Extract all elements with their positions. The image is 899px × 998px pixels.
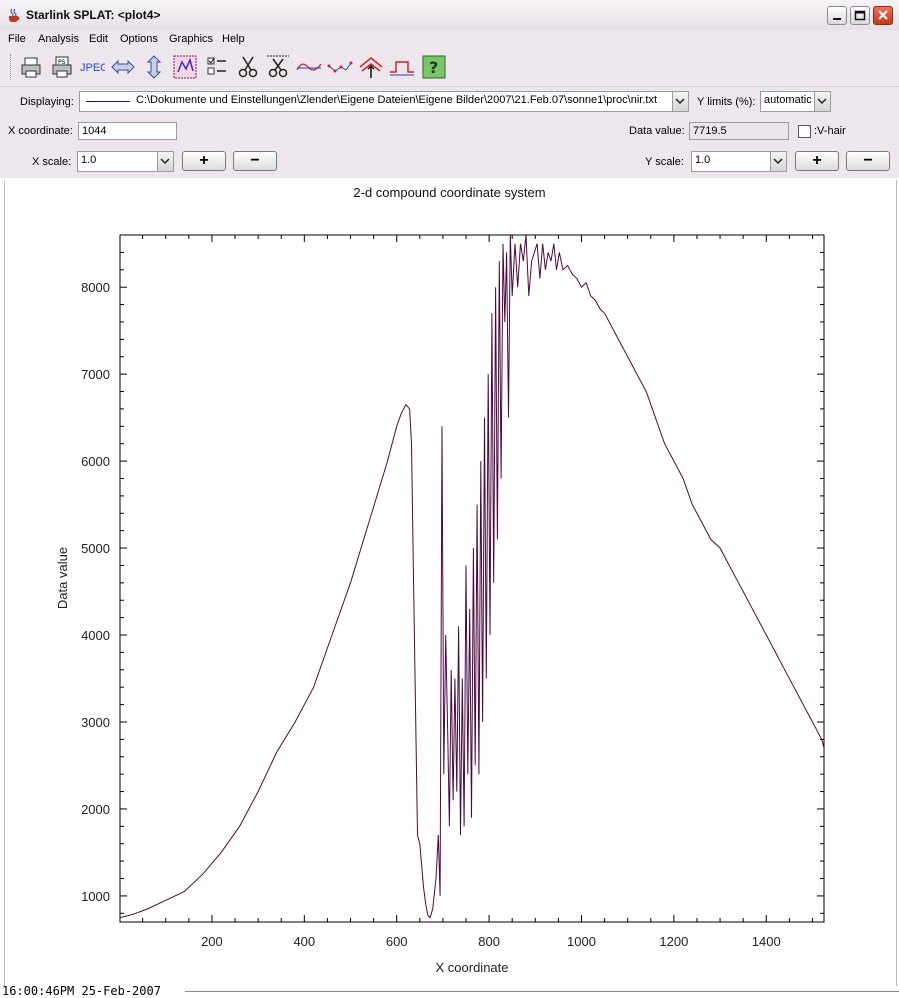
y-tick-label: 1000 bbox=[81, 889, 110, 904]
y-tick-label: 7000 bbox=[81, 367, 110, 382]
y-tick-label: 8000 bbox=[81, 280, 110, 295]
x-tick-label: 600 bbox=[386, 934, 408, 949]
x-tick-label: 1000 bbox=[567, 934, 596, 949]
plot-axes-frame bbox=[119, 234, 825, 923]
x-tick-label: 200 bbox=[201, 934, 223, 949]
axis-tick-labels: 200 400 600 800 1000 1200 1400 1000 2000 3000 4000… bbox=[81, 280, 781, 949]
axis-ticks bbox=[120, 235, 824, 922]
y-tick-label: 6000 bbox=[81, 454, 110, 469]
y-tick-label: 5000 bbox=[81, 541, 110, 556]
y-tick-label: 2000 bbox=[81, 802, 110, 817]
spectrum-plot[interactable]: 200 400 600 800 1000 1200 1400 1000 2000 3000 4000… bbox=[0, 0, 899, 998]
y-axis-label: Data value bbox=[55, 547, 70, 609]
x-tick-label: 1400 bbox=[752, 934, 781, 949]
x-axis-label: X coordinate bbox=[436, 960, 509, 975]
y-tick-label: 4000 bbox=[81, 628, 110, 643]
status-timestamp: 16:00:46PM 25-Feb-2007 bbox=[2, 984, 161, 998]
status-bar: 16:00:46PM 25-Feb-2007 bbox=[0, 984, 899, 998]
spectrum-series-line bbox=[119, 234, 825, 919]
x-tick-label: 400 bbox=[293, 934, 315, 949]
x-tick-label: 1200 bbox=[659, 934, 688, 949]
status-divider bbox=[185, 991, 899, 992]
y-tick-label: 3000 bbox=[81, 715, 110, 730]
x-tick-label: 800 bbox=[478, 934, 500, 949]
